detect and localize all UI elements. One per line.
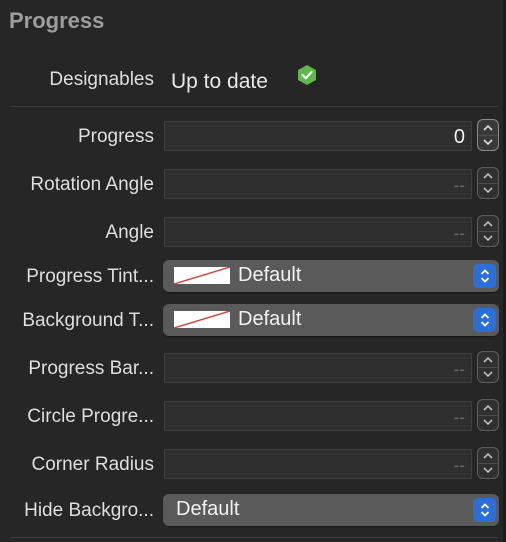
chevron-up-down-icon [480, 503, 489, 517]
chevron-up-icon [483, 220, 493, 227]
stepper-up-button[interactable] [478, 448, 498, 464]
progress-value: 0 [453, 126, 465, 148]
angle-field[interactable]: -- [164, 217, 472, 247]
hide-background-popup[interactable]: Default [163, 494, 499, 526]
popup-chevron [473, 264, 496, 288]
stepper-up-button[interactable] [478, 120, 498, 136]
corner-radius-field[interactable]: -- [164, 449, 472, 479]
chevron-down-icon [483, 371, 493, 378]
rotation-angle-stepper[interactable] [477, 167, 499, 199]
chevron-up-down-icon [480, 313, 489, 327]
progress-bar-field[interactable]: -- [164, 353, 472, 383]
chevron-up-icon [483, 356, 493, 363]
popup-chevron [473, 308, 496, 332]
rotation-angle-label: Rotation Angle [30, 174, 154, 195]
corner-radius-value: -- [453, 456, 465, 475]
circle-progress-label: Circle Progre... [27, 406, 154, 427]
chevron-down-icon [483, 419, 493, 426]
divider [11, 106, 498, 107]
chevron-down-icon [483, 235, 493, 242]
chevron-up-icon [483, 124, 493, 131]
background-tint-label: Background T... [22, 310, 154, 331]
section-title: Progress [9, 8, 105, 33]
no-color-swatch-icon [174, 267, 230, 284]
no-color-swatch-icon [174, 311, 230, 328]
chevron-down-icon [483, 187, 493, 194]
stepper-down-button[interactable] [478, 415, 498, 430]
chevron-up-icon [483, 404, 493, 411]
stepper-down-button[interactable] [478, 463, 498, 478]
angle-label: Angle [105, 222, 154, 243]
hide-background-label: Hide Backgro... [24, 500, 154, 521]
stepper-up-button[interactable] [478, 216, 498, 232]
rotation-angle-field[interactable]: -- [164, 169, 472, 199]
circle-progress-stepper[interactable] [477, 399, 499, 431]
circle-progress-value: -- [453, 408, 465, 427]
designables-status: Up to date [171, 70, 268, 93]
stepper-down-button[interactable] [478, 135, 498, 150]
progress-tint-value: Default [238, 264, 302, 286]
progress-tint-popup[interactable]: Default [163, 260, 499, 292]
background-tint-popup[interactable]: Default [163, 304, 499, 336]
progress-bar-value: -- [453, 360, 465, 379]
chevron-up-icon [483, 452, 493, 459]
hide-background-value: Default [176, 498, 240, 520]
rotation-angle-value: -- [453, 176, 465, 195]
angle-stepper[interactable] [477, 215, 499, 247]
progress-field[interactable]: 0 [164, 121, 472, 151]
popup-chevron [473, 498, 496, 522]
stepper-down-button[interactable] [478, 231, 498, 246]
stepper-down-button[interactable] [478, 183, 498, 198]
stepper-up-button[interactable] [478, 400, 498, 416]
background-tint-value: Default [238, 308, 302, 330]
progress-stepper[interactable] [477, 119, 499, 151]
checkmark-badge-icon [298, 65, 316, 85]
progress-label: Progress [77, 126, 154, 147]
chevron-up-down-icon [480, 269, 489, 283]
stepper-up-button[interactable] [478, 352, 498, 368]
progress-tint-label: Progress Tint... [26, 266, 154, 287]
chevron-down-icon [483, 139, 493, 146]
corner-radius-label: Corner Radius [31, 454, 155, 475]
chevron-down-icon [483, 467, 493, 474]
circle-progress-field[interactable]: -- [164, 401, 472, 431]
stepper-down-button[interactable] [478, 367, 498, 382]
stepper-up-button[interactable] [478, 168, 498, 184]
progress-bar-label: Progress Bar... [28, 358, 154, 379]
chevron-up-icon [483, 172, 493, 179]
designables-label: Designables [49, 69, 154, 90]
progress-bar-stepper[interactable] [477, 351, 499, 383]
angle-value: -- [453, 224, 465, 243]
divider [11, 537, 498, 538]
corner-radius-stepper[interactable] [477, 447, 499, 479]
